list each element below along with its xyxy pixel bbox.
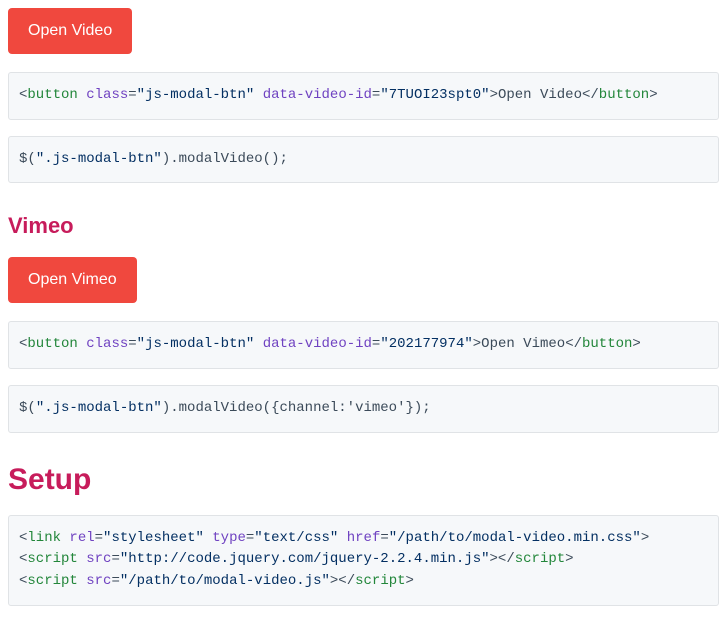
open-video-button[interactable]: Open Video	[8, 8, 132, 54]
vimeo-js-code: $(".js-modal-btn").modalVideo({channel:'…	[8, 385, 719, 433]
setup-heading: Setup	[8, 463, 719, 497]
vimeo-heading: Vimeo	[8, 213, 719, 239]
setup-code: <link rel="stylesheet" type="text/css" h…	[8, 515, 719, 606]
youtube-js-code: $(".js-modal-btn").modalVideo();	[8, 136, 719, 184]
vimeo-html-code: <button class="js-modal-btn" data-video-…	[8, 321, 719, 369]
youtube-html-code: <button class="js-modal-btn" data-video-…	[8, 72, 719, 120]
open-vimeo-button[interactable]: Open Vimeo	[8, 257, 137, 303]
